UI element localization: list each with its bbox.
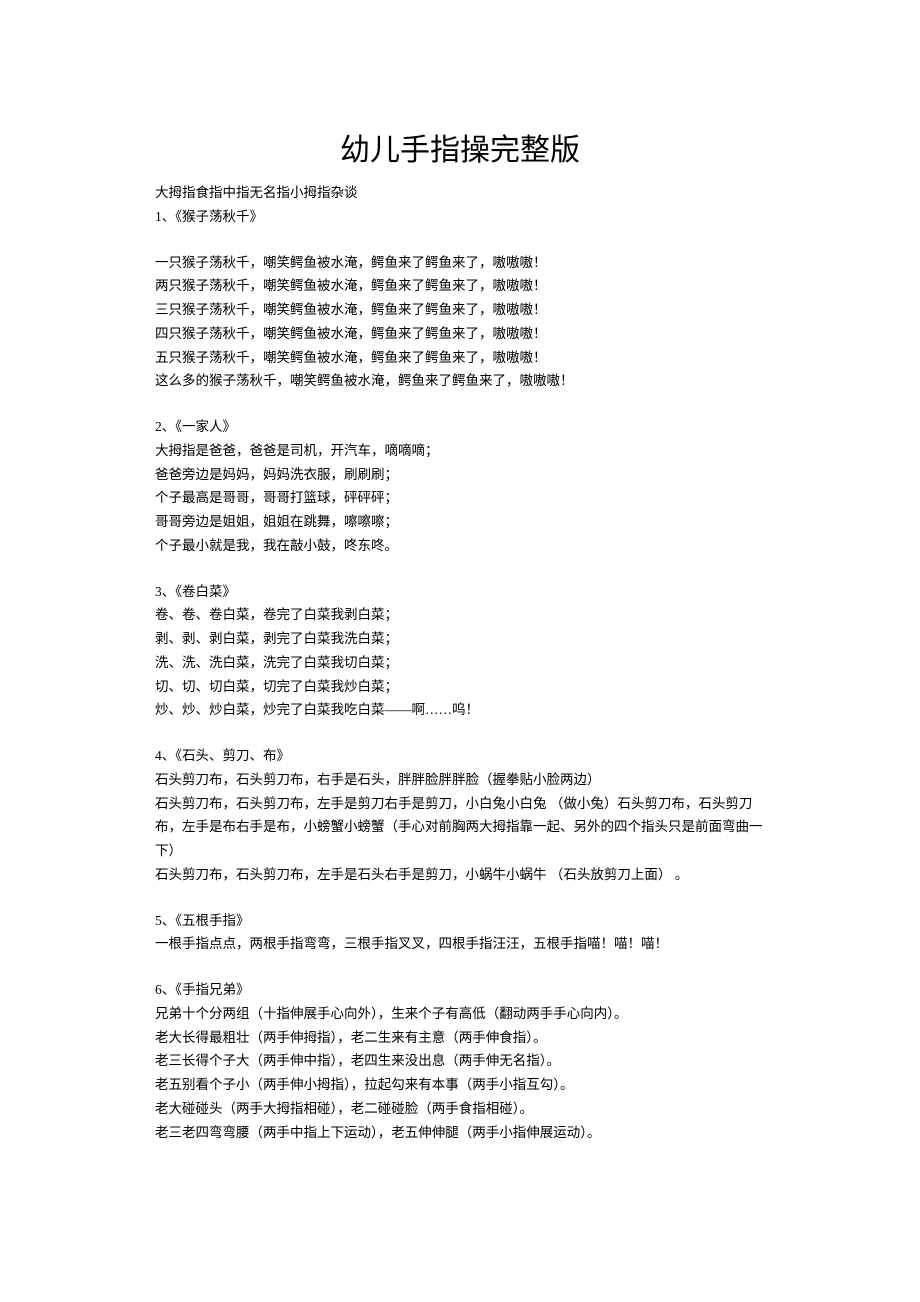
- section-block: 4、《石头、剪刀、布》 石头剪刀布，石头剪刀布，右手是石头，胖胖脸胖胖脸（握拳贴…: [155, 744, 765, 887]
- page-title: 幼儿手指操完整版: [155, 125, 765, 169]
- section-block: 一只猴子荡秋千，嘲笑鳄鱼被水淹，鳄鱼来了鳄鱼来了，嗷嗷嗷！ 两只猴子荡秋千，嘲笑…: [155, 251, 765, 394]
- content-line: 洗、洗、洗白菜，洗完了白菜我切白菜；: [155, 651, 765, 675]
- content-line: 哥哥旁边是姐姐，姐姐在跳舞，嚓嚓嚓；: [155, 510, 765, 534]
- content-line: 老三老四弯弯腰（两手中指上下运动），老五伸伸腿（两手小指伸展运动）。: [155, 1121, 765, 1145]
- content-line: 老大碰碰头（两手大拇指相碰），老二碰碰脸（两手食指相碰）。: [155, 1097, 765, 1121]
- document-body: 大拇指食指中指无名指小拇指杂谈 1、《猴子荡秋千》 一只猴子荡秋千，嘲笑鳄鱼被水…: [155, 181, 765, 1144]
- content-line: 个子最高是哥哥，哥哥打篮球，砰砰砰；: [155, 486, 765, 510]
- content-line: 三只猴子荡秋千，嘲笑鳄鱼被水淹，鳄鱼来了鳄鱼来了，嗷嗷嗷！: [155, 298, 765, 322]
- content-line: 五只猴子荡秋千，嘲笑鳄鱼被水淹，鳄鱼来了鳄鱼来了，嗷嗷嗷！: [155, 346, 765, 370]
- content-line: 石头剪刀布，石头剪刀布，左手是石头右手是剪刀，小蜗牛小蜗牛 （石头放剪刀上面） …: [155, 863, 765, 887]
- section-block: 6、《手指兄弟》 兄弟十个分两组（十指伸展手心向外），生来个子有高低（翻动两手手…: [155, 978, 765, 1144]
- section-heading: 6、《手指兄弟》: [155, 978, 765, 1002]
- content-line: 切、切、切白菜，切完了白菜我炒白菜；: [155, 675, 765, 699]
- content-line: 石头剪刀布，石头剪刀布，右手是石头，胖胖脸胖胖脸（握拳贴小脸两边）: [155, 768, 765, 792]
- content-line: 大拇指是爸爸，爸爸是司机，开汽车，嘀嘀嘀；: [155, 439, 765, 463]
- section-block: 3、《卷白菜》 卷、卷、卷白菜，卷完了白菜我剥白菜； 剥、剥、剥白菜，剥完了白菜…: [155, 580, 765, 723]
- section-heading: 5、《五根手指》: [155, 909, 765, 933]
- content-line: 爸爸旁边是妈妈，妈妈洗衣服，刷刷刷；: [155, 463, 765, 487]
- section-heading: 2、《一家人》: [155, 415, 765, 439]
- section-heading: 1、《猴子荡秋千》: [155, 205, 765, 229]
- content-line: 四只猴子荡秋千，嘲笑鳄鱼被水淹，鳄鱼来了鳄鱼来了，嗷嗷嗷！: [155, 322, 765, 346]
- content-line: 这么多的猴子荡秋千，嘲笑鳄鱼被水淹，鳄鱼来了鳄鱼来了，嗷嗷嗷！: [155, 369, 765, 393]
- section-heading: 3、《卷白菜》: [155, 580, 765, 604]
- section-heading: 4、《石头、剪刀、布》: [155, 744, 765, 768]
- content-line: 两只猴子荡秋千，嘲笑鳄鱼被水淹，鳄鱼来了鳄鱼来了，嗷嗷嗷！: [155, 274, 765, 298]
- content-line: 剥、剥、剥白菜，剥完了白菜我洗白菜；: [155, 627, 765, 651]
- content-line: 老大长得最粗壮（两手伸拇指），老二生来有主意（两手伸食指）。: [155, 1026, 765, 1050]
- section-block: 5、《五根手指》 一根手指点点，两根手指弯弯，三根手指叉叉，四根手指汪汪，五根手…: [155, 909, 765, 957]
- content-line: 兄弟十个分两组（十指伸展手心向外），生来个子有高低（翻动两手手心向内）。: [155, 1002, 765, 1026]
- content-line: 一根手指点点，两根手指弯弯，三根手指叉叉，四根手指汪汪，五根手指喵！喵！喵！: [155, 932, 765, 956]
- content-line: 卷、卷、卷白菜，卷完了白菜我剥白菜；: [155, 603, 765, 627]
- content-line: 老三长得个子大（两手伸中指），老四生来没出息（两手伸无名指）。: [155, 1049, 765, 1073]
- content-line: 石头剪刀布，石头剪刀布，左手是剪刀右手是剪刀，小白兔小白兔 （做小兔）石头剪刀布…: [155, 792, 765, 863]
- content-line: 一只猴子荡秋千，嘲笑鳄鱼被水淹，鳄鱼来了鳄鱼来了，嗷嗷嗷！: [155, 251, 765, 275]
- content-line: 炒、炒、炒白菜，炒完了白菜我吃白菜——啊……呜！: [155, 698, 765, 722]
- content-line: 个子最小就是我，我在敲小鼓，咚东咚。: [155, 534, 765, 558]
- content-line: 老五别看个子小（两手伸小拇指），拉起勾来有本事（两手小指互勾）。: [155, 1073, 765, 1097]
- intro-line: 大拇指食指中指无名指小拇指杂谈: [155, 181, 765, 205]
- section-block: 2、《一家人》 大拇指是爸爸，爸爸是司机，开汽车，嘀嘀嘀； 爸爸旁边是妈妈，妈妈…: [155, 415, 765, 558]
